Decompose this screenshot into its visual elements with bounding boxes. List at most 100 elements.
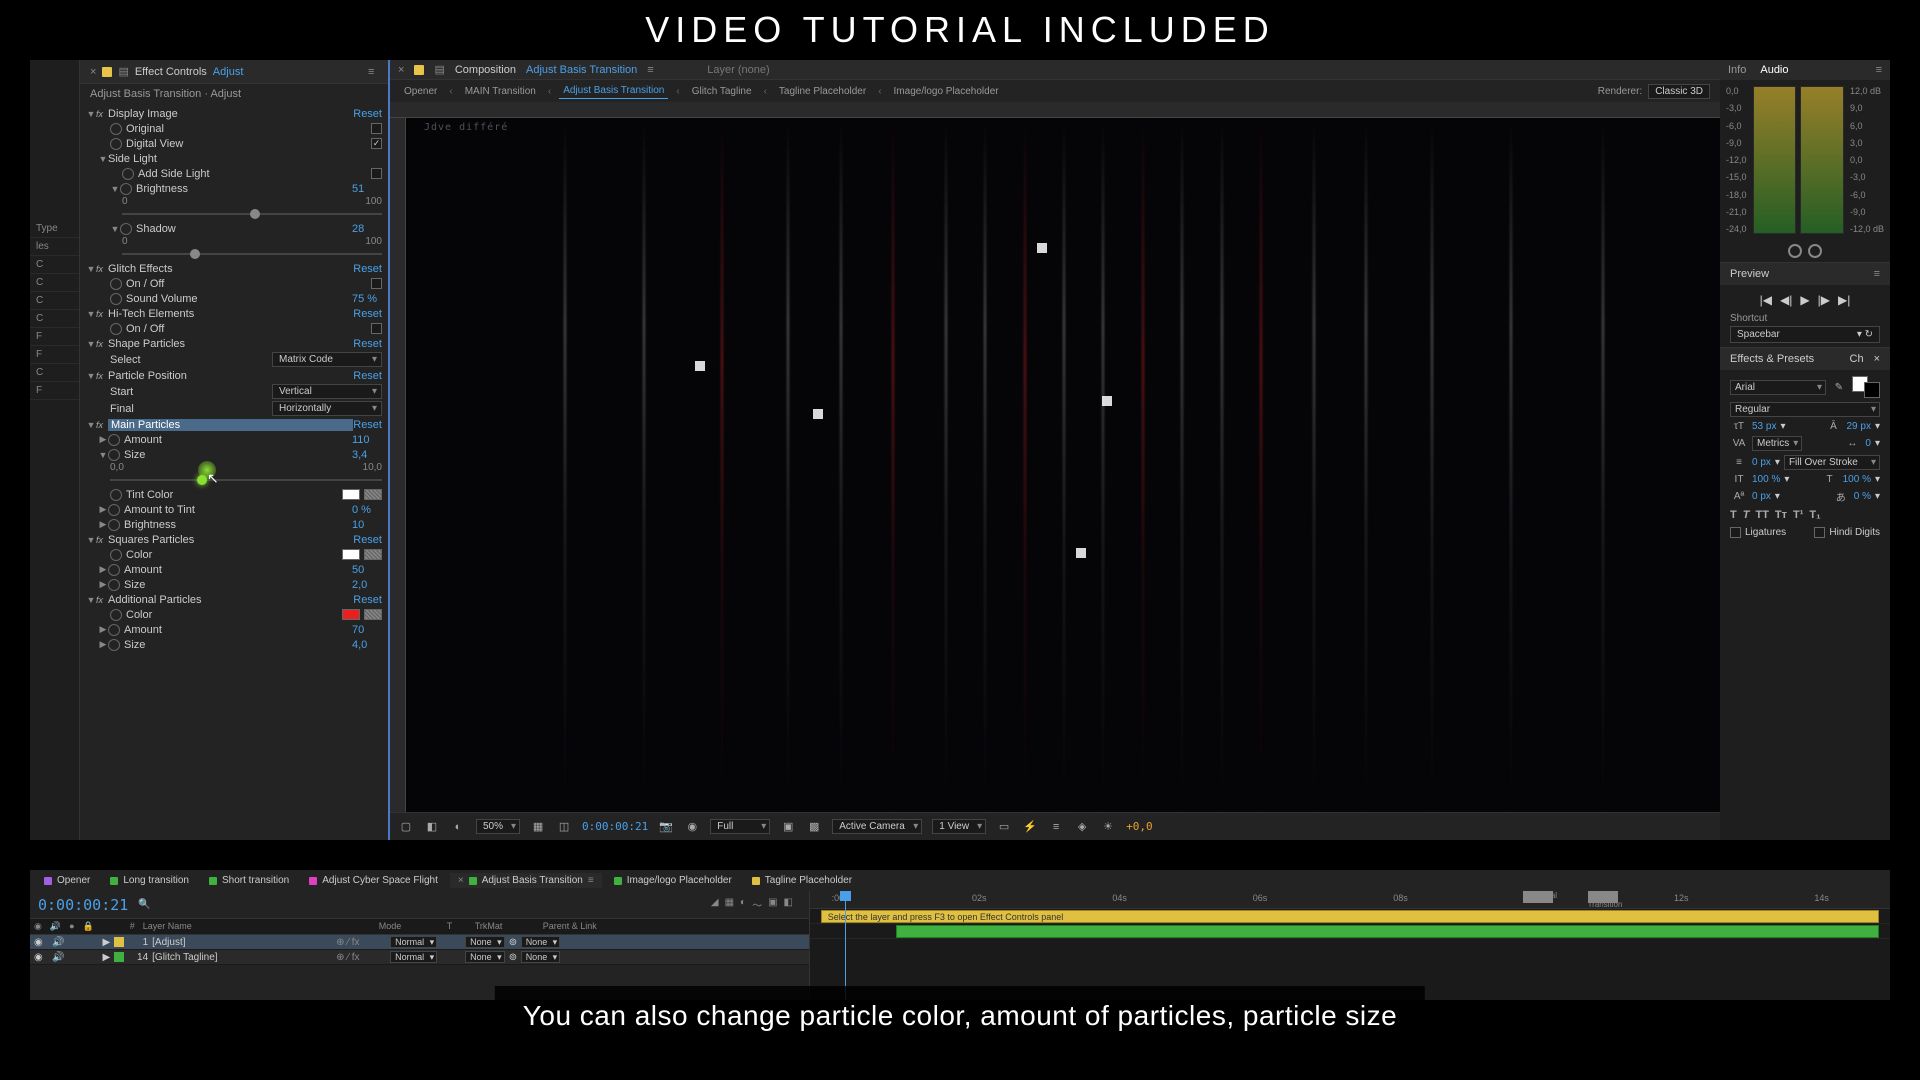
stopwatch-icon[interactable] bbox=[110, 489, 122, 501]
stopwatch-icon[interactable] bbox=[108, 579, 120, 591]
mode-dropdown[interactable]: Normal bbox=[390, 951, 437, 963]
hamburger-icon[interactable]: ≡ bbox=[368, 66, 378, 78]
add-size-value[interactable]: 4,0 bbox=[352, 639, 382, 651]
eyedropper-icon[interactable]: ✎ bbox=[1830, 382, 1848, 393]
fill-stroke-dropdown[interactable]: Fill Over Stroke bbox=[1784, 455, 1880, 470]
font-size-value[interactable]: 53 px bbox=[1752, 421, 1776, 432]
layer-row[interactable]: ◉🔊 ▶ 1 [Adjust] ⊕ ⁄ fx Normal None ⊚ Non… bbox=[30, 935, 809, 950]
group-shape-particles[interactable]: ▼ fx Shape Particles Reset bbox=[80, 336, 388, 351]
graph-icon[interactable]: 〜 bbox=[752, 897, 762, 912]
solo-col-icon[interactable]: ● bbox=[69, 921, 74, 932]
visibility-icon[interactable]: ◉ bbox=[34, 937, 48, 948]
twirl-icon[interactable]: ▼ bbox=[86, 339, 96, 349]
amount-value[interactable]: 110 bbox=[352, 434, 382, 446]
twirl-icon[interactable]: ▼ bbox=[86, 371, 96, 381]
stopwatch-icon[interactable] bbox=[110, 138, 122, 150]
trkmat-dropdown[interactable]: None bbox=[465, 951, 505, 963]
crumb-image[interactable]: Image/logo Placeholder bbox=[890, 84, 1003, 99]
playhead[interactable] bbox=[845, 891, 846, 1000]
stopwatch-icon[interactable] bbox=[122, 168, 134, 180]
sq-color-swatch[interactable] bbox=[342, 549, 360, 560]
mp-brightness-value[interactable]: 10 bbox=[352, 519, 382, 531]
group-squares[interactable]: ▼ fx Squares Particles Reset bbox=[80, 532, 388, 547]
fill-stroke-swatches[interactable] bbox=[1852, 376, 1880, 398]
composition-viewer[interactable]: Jdve différé bbox=[406, 118, 1720, 812]
lock-icon[interactable] bbox=[102, 67, 112, 77]
draft-3d-icon[interactable]: ▣ bbox=[768, 897, 777, 912]
layer-name[interactable]: [Adjust] bbox=[152, 937, 332, 948]
crumb-main[interactable]: MAIN Transition bbox=[461, 84, 540, 99]
views-dropdown[interactable]: 1 View bbox=[932, 819, 986, 834]
shadow-value[interactable]: 28 bbox=[352, 223, 382, 235]
digital-view-checkbox[interactable] bbox=[371, 138, 382, 149]
pixel-aspect-icon[interactable]: ▭ bbox=[996, 819, 1012, 835]
stroke-width-value[interactable]: 0 px bbox=[1752, 457, 1771, 468]
add-color-swatch[interactable] bbox=[342, 609, 360, 620]
mask-icon[interactable]: ◧ bbox=[424, 819, 440, 835]
twirl-icon[interactable]: ▼ bbox=[98, 154, 108, 164]
twirl-icon[interactable]: ▶ bbox=[98, 580, 108, 590]
tracking-value[interactable]: 0 bbox=[1865, 438, 1871, 449]
twirl-icon[interactable]: ▼ bbox=[86, 309, 96, 319]
twirl-icon[interactable]: ▼ bbox=[86, 264, 96, 274]
last-frame-icon[interactable]: ▶| bbox=[1838, 293, 1850, 307]
twirl-icon[interactable]: ▼ bbox=[98, 450, 108, 460]
timeline-tab[interactable]: Long transition bbox=[102, 873, 197, 888]
brightness-value[interactable]: 51 bbox=[352, 183, 382, 195]
stopwatch-icon[interactable] bbox=[110, 549, 122, 561]
twirl-icon[interactable]: ▶ bbox=[98, 505, 108, 515]
original-checkbox[interactable] bbox=[371, 123, 382, 134]
stopwatch-icon[interactable] bbox=[110, 293, 122, 305]
reset-button[interactable]: Reset bbox=[353, 263, 382, 275]
twirl-icon[interactable]: ▶ bbox=[98, 625, 108, 635]
stopwatch-icon[interactable] bbox=[110, 278, 122, 290]
font-style-dropdown[interactable]: Regular bbox=[1730, 402, 1880, 417]
reset-button[interactable]: Reset bbox=[353, 338, 382, 350]
add-side-light-checkbox[interactable] bbox=[371, 168, 382, 179]
stopwatch-icon[interactable] bbox=[108, 434, 120, 446]
channel-icon[interactable]: ◐ bbox=[450, 819, 466, 835]
vscale-value[interactable]: 100 % bbox=[1752, 474, 1780, 485]
hamburger-icon[interactable]: ≡ bbox=[647, 64, 657, 76]
tab-effects-presets[interactable]: Effects & Presets bbox=[1730, 353, 1814, 365]
final-dropdown[interactable]: Horizontally bbox=[272, 401, 382, 416]
subscript-button[interactable]: T₁ bbox=[1809, 509, 1820, 521]
add-amount-value[interactable]: 70 bbox=[352, 624, 382, 636]
shape-select-dropdown[interactable]: Matrix Code bbox=[272, 352, 382, 367]
start-dropdown[interactable]: Vertical bbox=[272, 384, 382, 399]
guides-icon[interactable]: ◫ bbox=[556, 819, 572, 835]
stopwatch-icon[interactable] bbox=[120, 223, 132, 235]
stopwatch-icon[interactable] bbox=[108, 519, 120, 531]
tab-audio[interactable]: Audio bbox=[1760, 64, 1788, 76]
allcaps-button[interactable]: TT bbox=[1755, 509, 1768, 521]
eye-col-icon[interactable]: ◉ bbox=[34, 921, 42, 932]
stopwatch-icon[interactable] bbox=[110, 609, 122, 621]
timeline-timecode[interactable]: 0:00:00:21 bbox=[38, 896, 128, 914]
parent-dropdown[interactable]: None bbox=[521, 951, 561, 963]
hamburger-icon[interactable]: ≡ bbox=[1876, 64, 1882, 76]
ligatures-checkbox[interactable] bbox=[1730, 527, 1741, 538]
stopwatch-icon[interactable] bbox=[108, 639, 120, 651]
sound-volume-value[interactable]: 75 % bbox=[352, 293, 382, 305]
stopwatch-icon[interactable] bbox=[108, 449, 120, 461]
group-additional[interactable]: ▼ fx Additional Particles Reset bbox=[80, 592, 388, 607]
eyedropper-icon[interactable] bbox=[364, 489, 382, 500]
layer-bar[interactable] bbox=[896, 925, 1879, 938]
leading-value[interactable]: 29 px bbox=[1847, 421, 1871, 432]
twirl-icon[interactable]: ▶ bbox=[98, 435, 108, 445]
group-main-particles[interactable]: ▼ fx Main Particles Reset bbox=[80, 417, 388, 432]
eyedropper-icon[interactable] bbox=[364, 609, 382, 620]
marker[interactable]: disappeal bbox=[1523, 891, 1553, 903]
twirl-icon[interactable]: ▼ bbox=[86, 109, 96, 119]
size-value[interactable]: 3,4 bbox=[352, 449, 382, 461]
reset-button[interactable]: Reset bbox=[353, 308, 382, 320]
kerning-dropdown[interactable]: Metrics bbox=[1752, 436, 1802, 451]
snapshot-icon[interactable]: 📷 bbox=[658, 819, 674, 835]
lock-icon[interactable] bbox=[414, 65, 424, 75]
timeline-tab[interactable]: Image/logo Placeholder bbox=[606, 873, 740, 888]
group-display-image[interactable]: ▼ fx Display Image Reset bbox=[80, 106, 388, 121]
time-ruler[interactable]: :00s 02s 04s 06s 08s 10s 12s 14s disappe… bbox=[810, 891, 1890, 909]
tab-character[interactable]: Ch bbox=[1850, 353, 1864, 365]
first-frame-icon[interactable]: |◀ bbox=[1760, 293, 1772, 307]
baseline-value[interactable]: 0 px bbox=[1752, 491, 1771, 502]
